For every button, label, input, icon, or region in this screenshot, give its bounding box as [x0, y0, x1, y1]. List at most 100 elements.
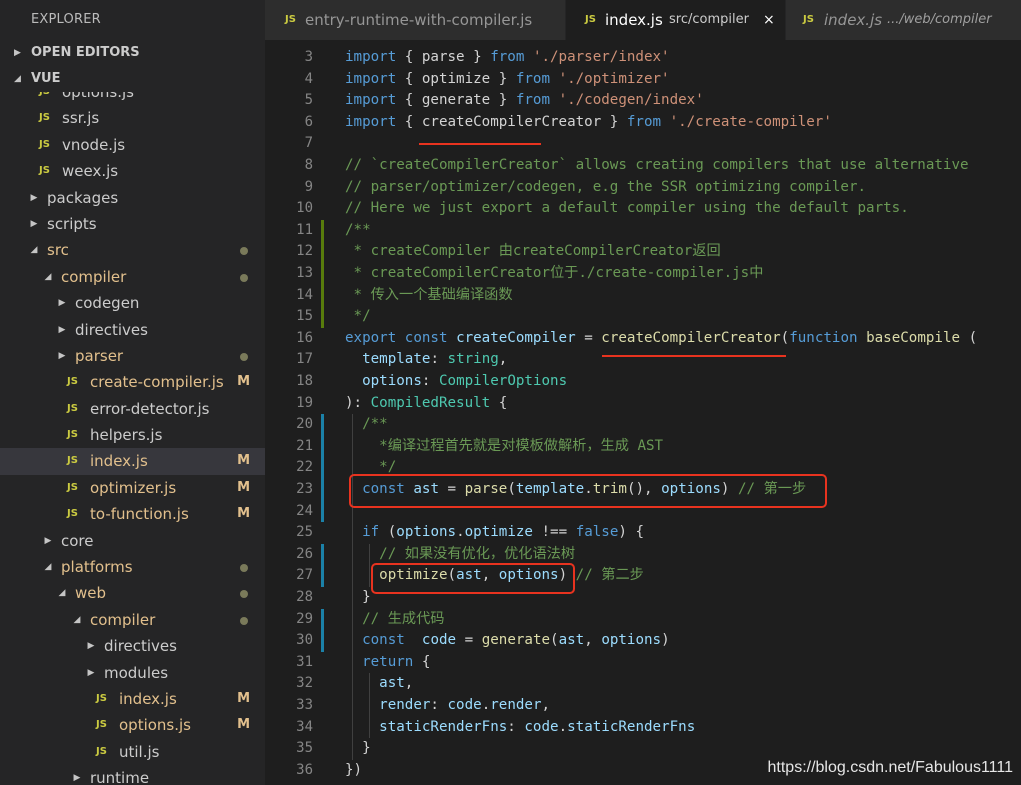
file-tree-list: JS options.js JS ssr.js JS vnode.js JS weex.js ▶…	[0, 92, 265, 785]
code-token: const	[404, 329, 448, 346]
code-token: false	[575, 524, 619, 541]
line-number: 30	[296, 632, 313, 649]
line-number: 27	[296, 567, 313, 584]
line-number: 35	[296, 740, 313, 757]
close-icon[interactable]: ×	[763, 0, 775, 40]
line-number: 17	[296, 351, 313, 368]
watermark: https://blog.csdn.net/Fabulous1111	[767, 759, 1014, 776]
line-number: 28	[296, 589, 313, 605]
tree-item-label: platforms	[61, 558, 133, 577]
line-number: 24	[296, 502, 313, 519]
git-change-bar	[321, 219, 324, 328]
tree-item-platforms[interactable]: ◢ platforms	[0, 554, 265, 580]
tree-item-runtime[interactable]: ▶ runtime	[0, 765, 265, 785]
code-line: // Here we just export a default compile…	[345, 198, 909, 220]
code-token: })	[345, 761, 363, 778]
tree-item-directives[interactable]: ▶ directives	[0, 317, 265, 343]
tree-item-optimizer[interactable]: JS optimizer.js M	[0, 475, 265, 501]
tree-item-helpers[interactable]: JS helpers.js	[0, 422, 265, 448]
tree-item-label: error-detector.js	[90, 399, 210, 418]
tree-item-to-function[interactable]: JS to-function.js M	[0, 501, 265, 527]
tree-item-parser[interactable]: ▶ parser	[0, 343, 265, 369]
tree-item-options[interactable]: JS options.js	[0, 92, 265, 105]
line-number: 22	[296, 459, 313, 476]
tree-item-core[interactable]: ▶ core	[0, 528, 265, 554]
javascript-file-icon: JS	[803, 14, 814, 25]
code-token: string	[447, 351, 499, 368]
git-status-badge: M	[237, 479, 250, 495]
tree-item-packages[interactable]: ▶ packages	[0, 185, 265, 211]
code-token: './codegen/index'	[558, 92, 704, 109]
code-line: ): CompiledResult {	[345, 393, 507, 415]
tree-item-modules[interactable]: ▶ modules	[0, 660, 265, 686]
code-token: if	[362, 524, 380, 541]
modified-dot-icon	[240, 616, 248, 625]
tab-index-js-src-compiler[interactable]: JS index.js src/compiler ×	[566, 0, 785, 40]
git-change-bar	[321, 543, 324, 587]
code-line: // parser/optimizer/codegen, e.g the SSR…	[345, 177, 866, 199]
chevron-down-icon: ◢	[30, 245, 38, 256]
line-number: 3	[304, 49, 313, 65]
javascript-file-icon: JS	[285, 14, 296, 25]
code-token: (	[780, 329, 790, 346]
tree-item-compiler[interactable]: ◢ compiler	[0, 607, 265, 633]
line-number: 21	[296, 437, 313, 454]
tree-item-codegen[interactable]: ▶ codegen	[0, 290, 265, 316]
tree-item-label: src	[47, 241, 69, 260]
code-token: { createCompilerCreator }	[396, 113, 627, 130]
code-line: import { parse } from './parser/index'	[345, 47, 670, 69]
tree-item-label: runtime	[90, 769, 150, 785]
line-number: 32	[296, 675, 313, 692]
code-line: }	[345, 738, 371, 760]
annotation-box	[371, 563, 575, 594]
tree-item-ssr[interactable]: JS ssr.js	[0, 105, 265, 131]
tree-item-index[interactable]: JS index.js M	[0, 448, 265, 475]
code-editor[interactable]: 3 4 5 6 7 8 9 10 11 12 13 14 15 16 17 18 19 20 21 22 23 24 25 2…	[265, 40, 1021, 785]
annotation-underline	[602, 355, 786, 357]
tree-item-weex[interactable]: JS weex.js	[0, 158, 265, 184]
code-token: optimize	[464, 524, 533, 541]
tree-item-label: options.js	[62, 92, 134, 101]
code-line: staticRenderFns: code.staticRenderFns	[345, 717, 695, 739]
tree-item-src[interactable]: ◢ src	[0, 237, 265, 263]
code-token: ,	[584, 632, 602, 649]
project-section-header[interactable]: ◢ VUE	[0, 66, 265, 92]
line-number: 7	[304, 135, 313, 152]
code-token: :	[421, 373, 439, 389]
tree-item-scripts[interactable]: ▶ scripts	[0, 211, 265, 237]
code-token: createCompiler	[456, 329, 576, 346]
open-editors-section-header[interactable]: ▶ OPEN EDITORS	[0, 40, 265, 66]
code-token: import	[345, 49, 397, 65]
tree-item-index[interactable]: JS index.js M	[0, 686, 265, 712]
tab-index-js-web-compiler[interactable]: JS index.js .../web/compiler	[786, 0, 1021, 40]
tree-item-util[interactable]: JS util.js	[0, 739, 265, 765]
tab-entry-runtime-with-compiler[interactable]: JS entry-runtime-with-compiler.js	[265, 0, 565, 40]
chevron-right-icon: ▶	[14, 48, 21, 58]
line-number: 4	[304, 70, 313, 87]
tree-item-web[interactable]: ◢ web	[0, 580, 265, 606]
modified-dot-icon	[240, 247, 248, 256]
tree-item-create-compiler[interactable]: JS create-compiler.js M	[0, 369, 265, 395]
tab-label: entry-runtime-with-compiler.js	[305, 11, 533, 29]
tree-item-options[interactable]: JS options.js M	[0, 712, 265, 738]
line-number: 20	[296, 416, 313, 433]
code-line: * createCompilerCreator位于./create-compil…	[345, 263, 764, 285]
code-token: import	[345, 113, 397, 130]
chevron-right-icon: ▶	[44, 535, 52, 546]
code-token: (	[379, 524, 397, 541]
tree-item-directives[interactable]: ▶ directives	[0, 633, 265, 659]
tree-item-compiler[interactable]: ◢ compiler	[0, 264, 265, 290]
tab-path: .../web/compiler	[887, 12, 992, 27]
tree-item-error-detector[interactable]: JS error-detector.js	[0, 396, 265, 422]
code-token: options	[396, 524, 457, 541]
tree-item-vnode[interactable]: JS vnode.js	[0, 132, 265, 158]
code-token: .	[481, 697, 491, 713]
code-token: // 生成代码	[362, 610, 445, 627]
javascript-file-icon: JS	[67, 508, 78, 520]
javascript-file-icon: JS	[96, 745, 107, 757]
